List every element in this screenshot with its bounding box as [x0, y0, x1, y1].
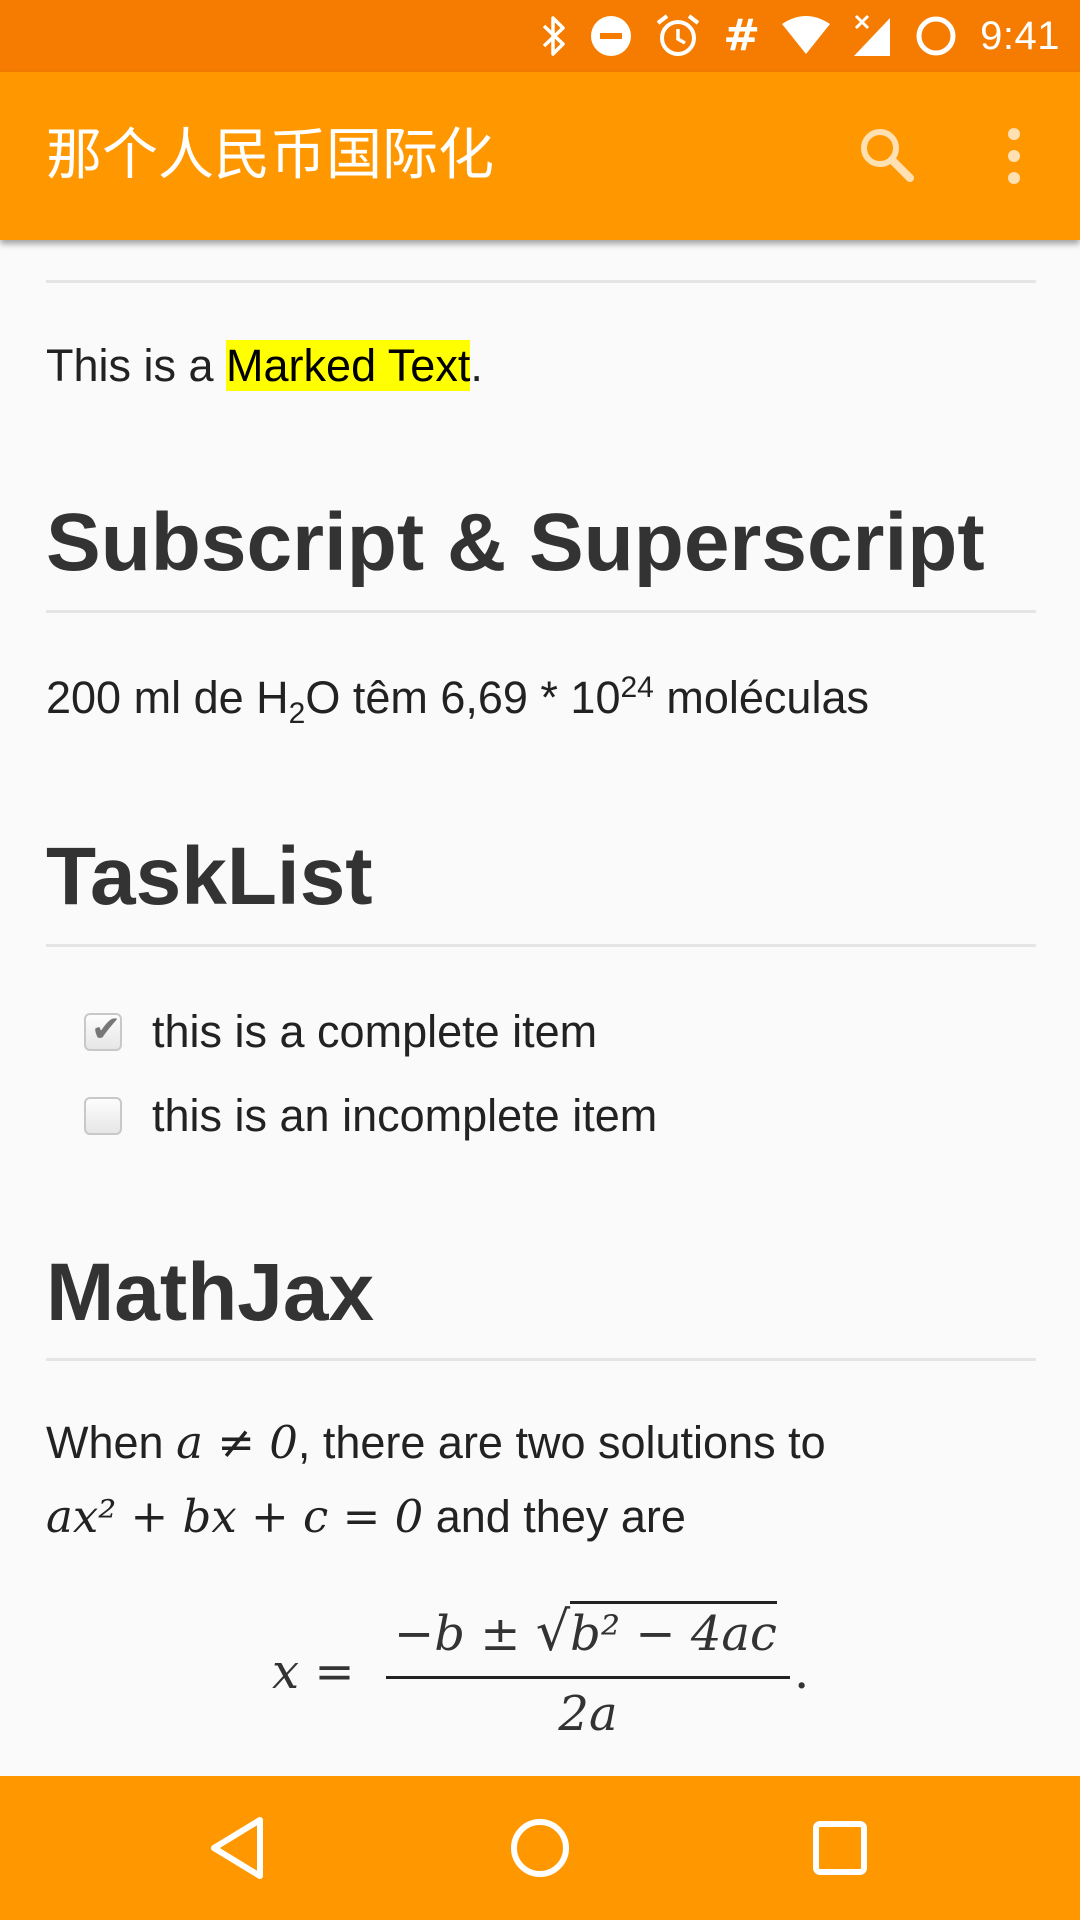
recents-icon	[813, 1821, 867, 1875]
heading-tasklist: TaskList	[46, 831, 373, 922]
superscript: 24	[620, 671, 654, 704]
bluetooth-icon	[543, 16, 566, 56]
inline-math: a ≠ 0	[176, 1416, 298, 1469]
text: moléculas	[653, 672, 869, 723]
task-item-complete: ✔ this is a complete item	[84, 1002, 597, 1062]
task-label: this is an incomplete item	[152, 1090, 658, 1141]
numerator-text: −b ±	[394, 1606, 536, 1662]
sqrt-icon: √	[535, 1600, 571, 1663]
subscript: 2	[288, 697, 306, 730]
status-bar: # 9:41	[0, 0, 1080, 72]
more-options-button[interactable]	[986, 120, 1042, 192]
hash-icon: #	[723, 10, 761, 61]
wifi-icon	[782, 16, 831, 54]
check-icon: ✔	[91, 1009, 122, 1050]
search-icon	[861, 129, 914, 182]
display-formula: x = −b ± √b² − 4ac 2a .	[46, 1600, 1036, 1750]
text: and they are	[423, 1491, 686, 1542]
task-checkbox-checked[interactable]: ✔	[84, 1009, 122, 1051]
divider	[46, 280, 1036, 283]
do-not-disturb-icon	[591, 16, 632, 56]
text: This is a	[46, 340, 227, 391]
formula-period: .	[794, 1644, 810, 1700]
heading-divider	[46, 1358, 1036, 1361]
fraction: −b ± √b² − 4ac 2a	[386, 1600, 790, 1750]
marked-text-paragraph: This is a Marked Text.	[46, 340, 483, 392]
heading-mathjax: MathJax	[46, 1247, 375, 1338]
task-checkbox-unchecked[interactable]	[84, 1097, 122, 1135]
text: , there are two solutions to	[297, 1417, 826, 1468]
inline-math: ax² + bx + c = 0	[46, 1490, 424, 1543]
heading-divider	[46, 610, 1036, 613]
clock: 9:41	[980, 13, 1060, 58]
subsup-paragraph: 200 ml de H2O têm 6,69 * 1024 moléculas	[46, 671, 869, 729]
radicand: b² − 4ac	[570, 1601, 777, 1662]
recents-button[interactable]	[800, 1808, 880, 1888]
search-button[interactable]	[852, 120, 924, 192]
back-icon	[211, 1817, 263, 1879]
text: O têm 6,69 * 10	[305, 672, 621, 723]
math-paragraph-line2: ax² + bx + c = 0 and they are	[46, 1490, 686, 1543]
numerator: −b ± √b² − 4ac	[394, 1600, 777, 1663]
task-item-incomplete: this is an incomplete item	[84, 1086, 657, 1146]
navigation-bar	[0, 1776, 1080, 1920]
heading-divider	[46, 944, 1036, 947]
heading-subscript-superscript: Subscript & Superscript	[46, 497, 985, 588]
more-vert-icon	[1008, 128, 1020, 184]
math-paragraph-line1: When a ≠ 0, there are two solutions to	[46, 1416, 826, 1469]
marked-text: Marked Text	[226, 340, 471, 391]
markdown-content[interactable]: This is a Marked Text. Subscript & Super…	[46, 240, 1036, 1776]
home-button[interactable]	[500, 1808, 580, 1888]
app-title: 那个人民币国际化	[46, 123, 494, 188]
text: 200 ml de H	[46, 672, 289, 723]
task-label: this is a complete item	[152, 1006, 598, 1057]
fraction-bar	[386, 1676, 790, 1679]
signal-no-data-icon	[854, 14, 891, 56]
formula-lhs: x =	[272, 1644, 355, 1700]
battery-icon	[916, 16, 956, 56]
text: When	[46, 1417, 177, 1468]
denominator: 2a	[558, 1686, 618, 1742]
text: .	[470, 340, 483, 391]
status-icons: # 9:41	[541, 0, 1060, 72]
home-icon	[511, 1819, 569, 1877]
app-bar: 那个人民币国际化	[0, 72, 1080, 240]
back-button[interactable]	[200, 1808, 280, 1888]
alarm-icon	[657, 14, 700, 56]
